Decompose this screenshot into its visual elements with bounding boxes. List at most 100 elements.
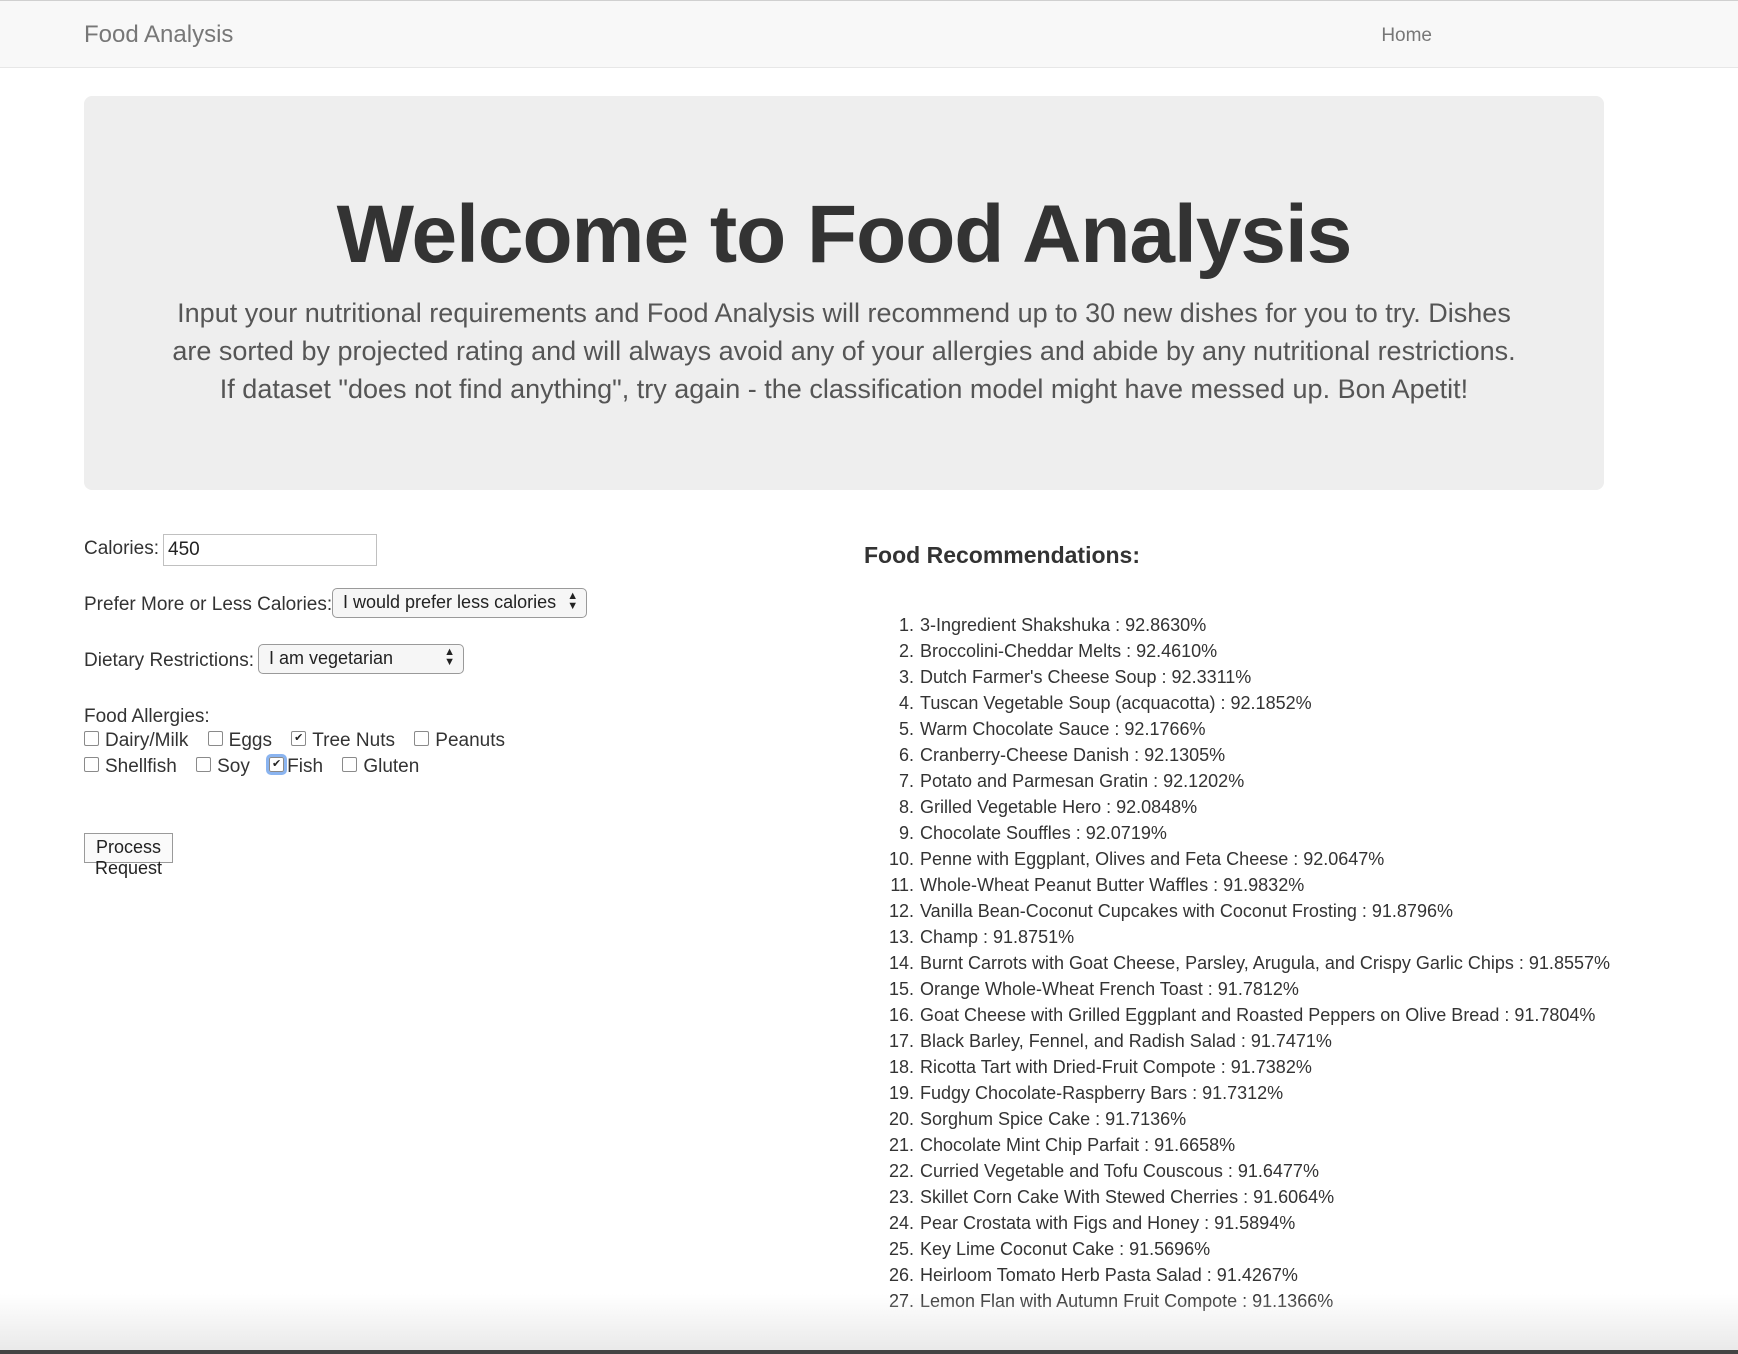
recommendation-number: 3. — [898, 667, 914, 687]
nav-home-link[interactable]: Home — [1381, 25, 1432, 47]
recommendation-number: 9. — [898, 823, 914, 843]
recommendation-number: 4. — [898, 693, 914, 713]
recommendation-number: 1. — [898, 615, 914, 635]
allergy-tree-nuts-checkbox[interactable]: ✔ Tree Nuts — [291, 730, 409, 752]
recommendation-item: 3. Dutch Farmer's Cheese Soup : 92.3311% — [864, 664, 1684, 690]
recommendation-number: 15. — [888, 979, 914, 999]
diet-row: Dietary Restrictions: I am vegetarian ▲ ▼ — [84, 644, 464, 674]
allergy-shellfish-checkbox[interactable]: Shellfish — [84, 756, 191, 778]
recommendation-text: Pear Crostata with Figs and Honey : 91.5… — [920, 1213, 1296, 1233]
recommendation-text: Sorghum Spice Cake : 91.7136% — [920, 1109, 1187, 1129]
allergies-row-2: Shellfish Soy ✔ Fish Gluten — [84, 754, 433, 780]
recommendation-item: 21. Chocolate Mint Chip Parfait : 91.6658… — [864, 1132, 1684, 1158]
recommendation-text: Whole-Wheat Peanut Butter Waffles : 91.9… — [920, 875, 1305, 895]
recommendation-number: 24. — [888, 1213, 914, 1233]
recommendation-item: 6. Cranberry-Cheese Danish : 92.1305% — [864, 742, 1684, 768]
recommendation-text: Curried Vegetable and Tofu Couscous : 91… — [920, 1161, 1319, 1181]
prefer-select[interactable]: I would prefer less calories ▲ ▼ — [332, 588, 588, 618]
recommendations-panel: Food Recommendations: 1. 3-Ingredient Sha… — [864, 542, 1610, 1311]
recommendation-item: 2. Broccolini-Cheddar Melts : 92.4610% — [864, 638, 1684, 664]
recommendation-item: 1. 3-Ingredient Shakshuka : 92.8630% — [864, 612, 1684, 638]
recommendation-item: 19. Fudgy Chocolate-Raspberry Bars : 91.7… — [864, 1080, 1684, 1106]
recommendation-item: 9. Chocolate Souffles : 92.0719% — [864, 820, 1684, 846]
prefer-select-value: I would prefer less calories — [343, 592, 557, 612]
recommendation-text: Skillet Corn Cake With Stewed Cherries :… — [920, 1187, 1335, 1207]
diet-select[interactable]: I am vegetarian ▲ ▼ — [258, 644, 464, 674]
checkbox-box[interactable] — [414, 731, 430, 747]
recommendation-text: Key Lime Coconut Cake : 91.5696% — [920, 1239, 1211, 1259]
recommendation-text: Chocolate Mint Chip Parfait : 91.6658% — [920, 1135, 1236, 1155]
jumbotron: Welcome to Food Analysis Input your nutr… — [84, 96, 1604, 490]
checkmark-icon[interactable]: ✔ — [291, 731, 307, 747]
recommendation-item: 24. Pear Crostata with Figs and Honey : 9… — [864, 1210, 1684, 1236]
recommendation-item: 26. Heirloom Tomato Herb Pasta Salad : 91… — [864, 1262, 1684, 1288]
diet-select-value: I am vegetarian — [269, 648, 394, 668]
select-arrows-icon: ▲ ▼ — [567, 590, 579, 612]
recommendation-item: 23. Skillet Corn Cake With Stewed Cherrie… — [864, 1184, 1684, 1210]
checkbox-box[interactable] — [84, 757, 99, 773]
recommendation-number: 18. — [888, 1057, 914, 1077]
allergy-gluten-checkbox[interactable]: Gluten — [342, 756, 433, 778]
recommendation-item: 5. Warm Chocolate Sauce : 92.1766% — [864, 716, 1684, 742]
recommendation-text: Burnt Carrots with Goat Cheese, Parsley,… — [920, 953, 1610, 973]
bottom-fade — [0, 1294, 1738, 1354]
allergy-peanuts-checkbox[interactable]: Peanuts — [414, 730, 519, 752]
recommendation-number: 22. — [888, 1161, 914, 1181]
recommendation-text: Warm Chocolate Sauce : 92.1766% — [920, 719, 1206, 739]
checkbox-box[interactable] — [196, 757, 212, 773]
recommendation-number: 14. — [888, 953, 914, 973]
recommendation-number: 6. — [898, 745, 914, 765]
recommendation-text: Orange Whole-Wheat French Toast : 91.781… — [920, 979, 1299, 999]
recommendation-item: 7. Potato and Parmesan Gratin : 92.1202% — [864, 768, 1684, 794]
recommendation-text: Potato and Parmesan Gratin : 92.1202% — [920, 771, 1245, 791]
allergy-dairy-checkbox[interactable]: Dairy/Milk — [84, 730, 202, 752]
checkbox-box[interactable] — [207, 731, 223, 747]
recommendation-text: Cranberry-Cheese Danish : 92.1305% — [920, 745, 1226, 765]
recommendations-title: Food Recommendations: — [864, 542, 1141, 568]
recommendation-number: 7. — [898, 771, 914, 791]
recommendation-item: 11. Whole-Wheat Peanut Butter Waffles : 9… — [864, 872, 1684, 898]
allergies-row-1: Dairy/Milk Eggs ✔ Tree Nuts Peanuts — [84, 730, 519, 754]
recommendation-item: 12. Vanilla Bean-Coconut Cupcakes with Co… — [864, 898, 1684, 924]
select-arrows-icon: ▲ ▼ — [444, 646, 455, 668]
recommendation-item: 17. Black Barley, Fennel, and Radish Sala… — [864, 1028, 1684, 1054]
checkbox-box[interactable] — [342, 757, 358, 773]
page-title: Welcome to Food Analysis — [336, 189, 1353, 280]
recommendation-text: Chocolate Souffles : 92.0719% — [920, 823, 1167, 843]
recommendation-item: 13. Champ : 91.8751% — [864, 924, 1684, 950]
recommendation-number: 26. — [888, 1265, 914, 1285]
recommendation-text: Champ : 91.8751% — [920, 927, 1075, 947]
recommendations-list: 1. 3-Ingredient Shakshuka : 92.8630% 2. Bro… — [864, 612, 1684, 1314]
recommendation-item: 18. Ricotta Tart with Dried-Fruit Compote… — [864, 1054, 1684, 1080]
calories-row: Calories: — [84, 534, 377, 566]
allergy-soy-checkbox[interactable]: Soy — [196, 756, 264, 778]
recommendation-number: 12. — [888, 901, 914, 921]
recommendation-item: 22. Curried Vegetable and Tofu Couscous :… — [864, 1158, 1684, 1184]
allergy-eggs-checkbox[interactable]: Eggs — [207, 730, 286, 752]
calories-label: Calories: — [84, 538, 159, 559]
recommendation-number: 16. — [888, 1005, 914, 1025]
recommendation-text: Heirloom Tomato Herb Pasta Salad : 91.42… — [920, 1265, 1298, 1285]
recommendation-number: 10. — [888, 849, 914, 869]
recommendation-number: 19. — [888, 1083, 914, 1103]
process-request-button[interactable]: Process Request — [84, 833, 174, 878]
recommendation-number: 20. — [888, 1109, 914, 1129]
checkmark-icon[interactable]: ✔ — [266, 754, 288, 776]
recommendation-item: 20. Sorghum Spice Cake : 91.7136% — [864, 1106, 1684, 1132]
window-bottom-edge — [0, 1350, 1738, 1354]
recommendation-text: Goat Cheese with Grilled Eggplant and Ro… — [920, 1005, 1596, 1025]
recommendation-item: 4. Tuscan Vegetable Soup (acquacotta) : 9… — [864, 690, 1684, 716]
recommendation-text: Grilled Vegetable Hero : 92.0848% — [920, 797, 1198, 817]
recommendation-item: 8. Grilled Vegetable Hero : 92.0848% — [864, 794, 1684, 820]
recommendation-text: Broccolini-Cheddar Melts : 92.4610% — [920, 641, 1218, 661]
recommendation-number: 2. — [898, 641, 914, 661]
navbar-brand[interactable]: Food Analysis — [84, 21, 233, 49]
recommendation-item: 14. Burnt Carrots with Goat Cheese, Parsl… — [864, 950, 1684, 976]
recommendation-number: 17. — [888, 1031, 914, 1051]
calories-input[interactable] — [163, 534, 377, 566]
recommendation-number: 5. — [898, 719, 914, 739]
allergies-label: Food Allergies: — [84, 706, 210, 727]
checkbox-box[interactable] — [84, 731, 99, 747]
allergy-fish-checkbox[interactable]: ✔ Fish — [266, 754, 337, 778]
recommendation-item: 25. Key Lime Coconut Cake : 91.5696% — [864, 1236, 1684, 1262]
